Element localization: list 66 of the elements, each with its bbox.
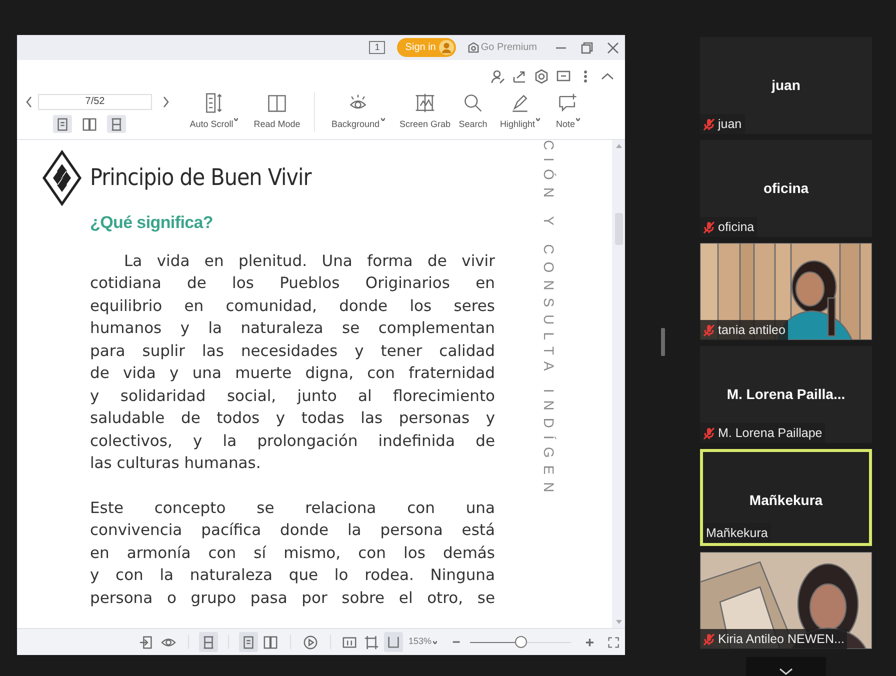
chevron-right-icon <box>162 96 170 108</box>
status-bar-button[interactable] <box>384 632 404 652</box>
screen-grab-icon <box>414 92 436 114</box>
note-icon <box>557 92 579 114</box>
user-avatar-icon <box>438 40 454 55</box>
participant-label: tania antileo <box>700 320 788 340</box>
toolbar-button[interactable]: Search <box>455 92 491 132</box>
page-count-badge[interactable]: 1 <box>369 41 386 54</box>
scrollbar[interactable] <box>612 140 625 628</box>
search-icon <box>462 92 484 114</box>
slider-thumb[interactable] <box>514 636 527 648</box>
participant-label: oficina <box>700 217 758 237</box>
status-bar-button[interactable] <box>198 632 218 652</box>
single-page-icon <box>55 116 70 132</box>
play-icon <box>302 634 318 650</box>
fullscreen-icon[interactable] <box>608 636 619 648</box>
edit-user-icon[interactable] <box>490 68 505 84</box>
paragraph: La vida en plenitud. Una forma de vivir cotidiana de los Pueblos Originarios en equilibrio en comunidad, donde los seres humanos y la naturaleza se complementan para suplir las necesidades y tener calidad de vida y una muerte digna, con fraternidad y solidaridad social, junto al florecimiento saludable de todos y todas las personas y colectivos, y la prolongación indefinida de las culturas humanas. <box>90 250 495 474</box>
participant-name: M. Lorena Pailla... <box>726 385 846 404</box>
chevron-left-icon <box>25 96 33 108</box>
caret-icon <box>536 118 540 121</box>
caret-icon <box>234 118 238 121</box>
toolbar-button[interactable]: Background <box>321 92 395 132</box>
zoom-slider[interactable] <box>470 636 572 648</box>
vertical-page-text: CIÓN Y CONSULTA INDÍGEN <box>540 140 558 500</box>
participant-label: M. Lorena Paillape <box>700 423 826 443</box>
exit-icon <box>139 634 154 650</box>
house-icon <box>468 42 479 53</box>
continuous-page-icon <box>109 116 124 132</box>
caret-icon <box>576 118 580 121</box>
participant-name: juan <box>770 76 802 95</box>
page-number-field[interactable]: 7/52 <box>38 94 152 110</box>
view-mode-button[interactable] <box>53 115 72 133</box>
page-subheading: ¿Qué significa? <box>90 212 214 234</box>
caret-icon <box>433 640 438 644</box>
participant-label: Kiria Antileo NEWEN... <box>700 629 848 649</box>
diamond-logo-icon <box>42 150 82 206</box>
toolbar-button[interactable]: Highlight <box>491 92 549 132</box>
view-mode-button[interactable] <box>107 115 126 133</box>
toolbar-button[interactable]: Screen Grab <box>395 92 455 132</box>
participant-label: juan <box>700 114 745 134</box>
participant-name: oficina <box>762 179 810 198</box>
page-heading: Principio de Buen Vivir <box>90 164 312 193</box>
caret-icon <box>380 118 385 121</box>
share-icon[interactable] <box>512 68 527 84</box>
toolbar-button[interactable]: Auto Scroll <box>182 92 246 132</box>
comment-icon[interactable] <box>556 68 571 84</box>
resize-handle[interactable] <box>660 328 664 356</box>
fit-page-icon <box>364 634 380 650</box>
participant-name: Mañkekura <box>748 491 824 510</box>
restore-icon[interactable] <box>581 42 593 54</box>
toolbar-button[interactable]: Read Mode <box>246 92 308 132</box>
zoom-in-icon[interactable] <box>585 636 595 648</box>
double-page-icon <box>262 634 278 650</box>
paragraph: Este concepto se relaciona con una convivencia pacífica donde la persona está en armonía con sí mismo, con los demás y con la naturaleza que lo rodea. Ninguna persona o grupo pasa por sobre el otro, se <box>90 498 495 608</box>
settings-icon[interactable] <box>534 68 549 84</box>
chevron-down-icon <box>779 668 793 676</box>
double-page-icon <box>82 116 97 132</box>
close-icon[interactable] <box>607 42 619 54</box>
zoom-level-dropdown[interactable]: 153% <box>408 635 438 649</box>
status-bar-button[interactable] <box>238 632 258 652</box>
single-page-icon <box>240 634 256 650</box>
toolbar-button[interactable]: Note <box>549 92 587 132</box>
actual-size-icon <box>342 634 358 650</box>
open-book-icon <box>266 92 288 114</box>
fit-width-icon <box>386 634 402 650</box>
